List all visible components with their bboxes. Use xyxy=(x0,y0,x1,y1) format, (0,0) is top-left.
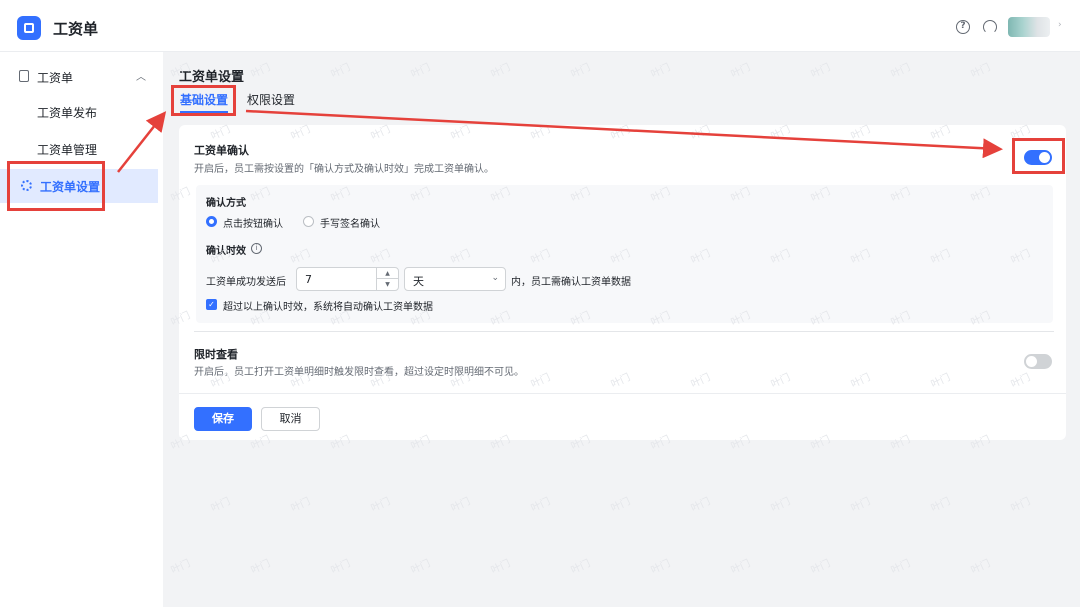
sidebar: 工资单 ︿ 工资单发布 工资单管理 工资单设置 xyxy=(0,52,163,607)
radio-label[interactable]: 点击按钮确认 xyxy=(223,215,283,230)
sidebar-item-label: 工资单发布 xyxy=(37,106,98,120)
stepper: ▲ ▼ xyxy=(376,268,398,290)
cancel-button[interactable]: 取消 xyxy=(261,407,320,431)
radio-signature-confirm[interactable] xyxy=(303,216,314,227)
timeout-prefix: 工资单成功发送后 xyxy=(206,277,286,288)
sidebar-group-label: 工资单 xyxy=(37,71,74,85)
auto-confirm-checkbox[interactable]: ✓ xyxy=(206,299,217,310)
method-label: 确认方式 xyxy=(206,198,246,209)
limit-section-desc: 开启后，员工打开工资单明细时触发限时查看，超过设定时限明细不可见。 xyxy=(194,367,524,378)
unit-value: 天 xyxy=(413,275,424,288)
divider xyxy=(194,331,1054,332)
annotation-box-tab xyxy=(171,85,236,116)
confirm-section-title: 工资单确认 xyxy=(194,144,249,157)
divider xyxy=(179,393,1066,394)
info-icon[interactable]: i xyxy=(251,243,262,254)
document-icon xyxy=(19,70,29,82)
chevron-up-icon[interactable]: ︿ xyxy=(136,68,146,83)
help-circle-icon[interactable]: ? xyxy=(956,20,970,34)
sidebar-item-publish[interactable]: 工资单发布 xyxy=(0,95,158,129)
app-title: 工资单 xyxy=(53,20,99,38)
chevron-down-icon: ⌄ xyxy=(491,273,499,283)
timeout-suffix: 内，员工需确认工资单数据 xyxy=(511,277,631,288)
settings-card: 工资单确认 开启后，员工需按设置的「确认方式及确认时效」完成工资单确认。 确认方… xyxy=(179,125,1066,440)
save-button[interactable]: 保存 xyxy=(194,407,252,431)
stepper-up-icon[interactable]: ▲ xyxy=(377,268,398,279)
sidebar-item-label: 工资单管理 xyxy=(37,143,98,157)
sidebar-group-payslip[interactable]: 工资单 ︿ xyxy=(0,62,163,90)
radio-button-confirm[interactable] xyxy=(206,216,217,227)
annotation-box-sidebar xyxy=(7,161,105,211)
stepper-down-icon[interactable]: ▼ xyxy=(377,279,398,290)
unit-select[interactable]: 天 ⌄ xyxy=(404,267,506,291)
confirm-section-desc: 开启后，员工需按设置的「确认方式及确认时效」完成工资单确认。 xyxy=(194,164,494,175)
timeout-value[interactable]: 7 xyxy=(305,273,312,286)
limit-section-title: 限时查看 xyxy=(194,348,238,361)
top-bar: 工资单 ? › xyxy=(0,0,1080,52)
headset-icon[interactable] xyxy=(983,20,997,34)
limit-toggle[interactable] xyxy=(1024,354,1052,369)
tab-permission-settings[interactable]: 权限设置 xyxy=(247,91,295,108)
annotation-box-toggle xyxy=(1012,138,1065,174)
radio-label[interactable]: 手写签名确认 xyxy=(320,215,380,230)
avatar[interactable] xyxy=(1008,17,1050,37)
timeout-number-input[interactable]: 7 ▲ ▼ xyxy=(296,267,399,291)
app-logo-icon[interactable] xyxy=(17,16,41,40)
chevron-right-icon[interactable]: › xyxy=(1058,20,1062,30)
